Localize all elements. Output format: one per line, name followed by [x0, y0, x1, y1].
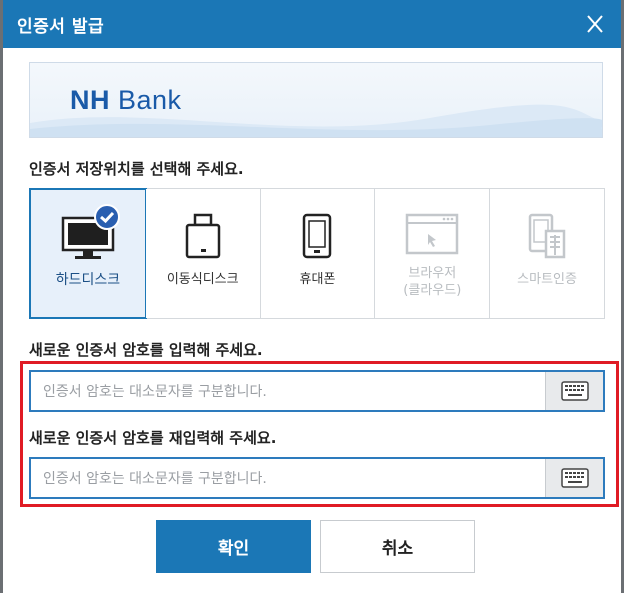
usb-drive-icon	[183, 211, 223, 265]
storage-option-label: 하드디스크	[55, 272, 121, 288]
dialog-titlebar: 인증서 발급	[3, 0, 621, 48]
password-confirm-input[interactable]	[43, 467, 543, 491]
nh-bank-logo: NH Bank	[70, 85, 182, 116]
keyboard-icon	[561, 468, 589, 488]
storage-option-smart-cert: 스마트인증	[490, 189, 604, 318]
close-button[interactable]	[581, 8, 609, 38]
storage-option-label: 이동식디스크	[166, 272, 239, 287]
bank-banner: NH Bank	[29, 62, 603, 138]
storage-option-phone[interactable]: 휴대폰	[260, 189, 376, 318]
storage-location-selector: 하드디스크 이동식디스크 휴대폰 브라우저 (클라우드) 스마트인증	[29, 188, 605, 319]
logo-nh-text: NH	[70, 85, 110, 115]
certificate-issue-dialog: 인증서 발급 NH Bank 인증서 저장위치를 선택해 주세요. 하드디스크 …	[3, 0, 621, 593]
phone-icon	[299, 211, 335, 265]
password-confirm-field	[29, 457, 605, 499]
password-confirm-heading: 새로운 인증서 암호를 재입력해 주세요.	[29, 429, 277, 447]
close-icon	[587, 15, 603, 33]
selected-check-icon	[94, 204, 120, 230]
password-input[interactable]	[43, 380, 543, 404]
password-heading: 새로운 인증서 암호를 입력해 주세요.	[29, 341, 263, 359]
storage-option-harddisk[interactable]: 하드디스크	[29, 188, 147, 319]
browser-cloud-icon	[404, 211, 460, 263]
virtual-keyboard-button[interactable]	[545, 372, 603, 410]
storage-option-browser-cloud: 브라우저 (클라우드)	[375, 189, 491, 318]
confirm-button[interactable]: 확인	[156, 520, 311, 573]
logo-bank-text: Bank	[118, 85, 182, 115]
cancel-button[interactable]: 취소	[320, 520, 475, 573]
dialog-title: 인증서 발급	[17, 17, 105, 37]
storage-option-label: 스마트인증	[517, 272, 577, 287]
smart-cert-icon	[524, 211, 570, 265]
storage-heading: 인증서 저장위치를 선택해 주세요.	[29, 160, 244, 178]
storage-option-label: 브라우저 (클라우드)	[403, 266, 462, 298]
virtual-keyboard-button[interactable]	[545, 459, 603, 497]
storage-option-label: 휴대폰	[299, 272, 336, 287]
password-field	[29, 370, 605, 412]
storage-option-removable-disk[interactable]: 이동식디스크	[145, 189, 261, 318]
keyboard-icon	[561, 381, 589, 401]
